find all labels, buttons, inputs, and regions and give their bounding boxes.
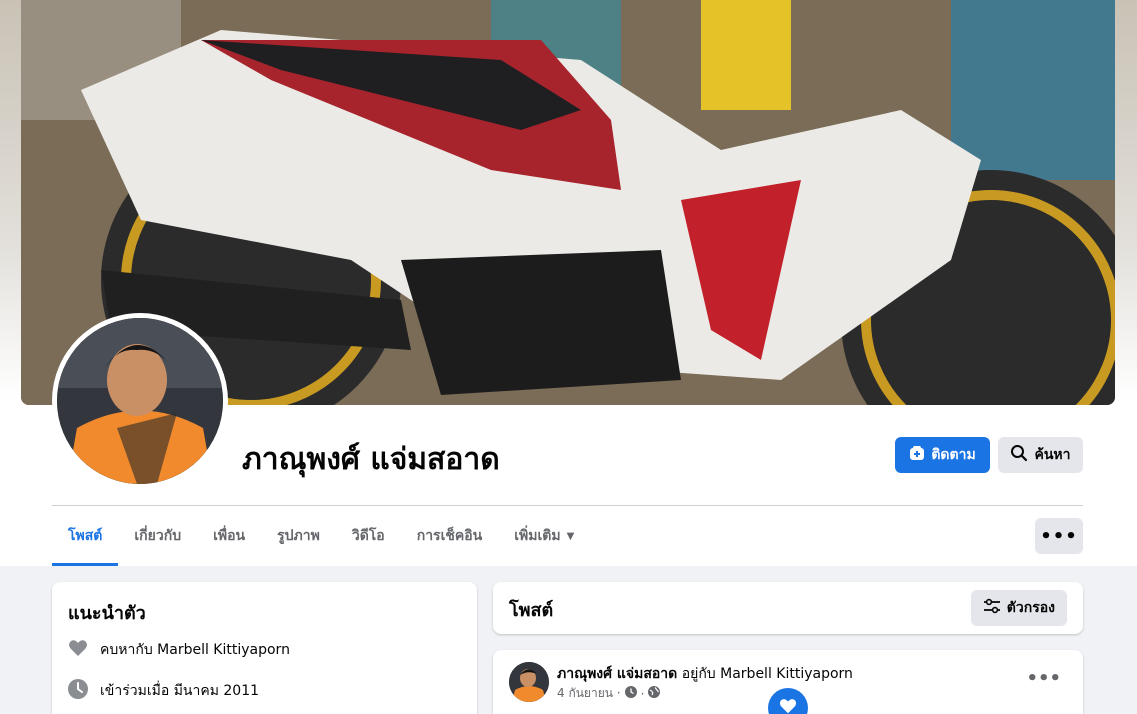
filter-label: ตัวกรอง — [1006, 600, 1055, 616]
clock-icon — [68, 679, 88, 703]
tab-videos[interactable]: วิดีโอ — [336, 506, 401, 566]
chevron-down-icon: ▼ — [566, 530, 575, 542]
tab-more[interactable]: เพิ่มเติม ▼ — [498, 506, 590, 566]
tab-about-label: เกี่ยวกับ — [134, 528, 182, 544]
more-options-button[interactable]: ••• — [1035, 518, 1083, 554]
filter-button[interactable]: ตัวกรอง — [970, 590, 1067, 626]
search-icon — [1010, 444, 1028, 466]
post-more-button[interactable]: ••• — [1026, 668, 1061, 689]
clock-small-icon — [624, 686, 637, 701]
tab-posts-label: โพสต์ — [68, 528, 103, 544]
intro-joined-text: เข้าร่วมเมื่อ มีนาคม 2011 — [100, 683, 260, 699]
globe-icon — [648, 686, 661, 701]
follow-button[interactable]: ติดตาม — [895, 437, 990, 473]
tab-videos-label: วิดีโอ — [351, 528, 385, 544]
avatar-illustration — [57, 318, 223, 484]
tab-more-label: เพิ่มเติม — [514, 528, 561, 544]
post-author-name[interactable]: ภาณุพงศ์ แจ่มสอาด — [557, 666, 677, 682]
tab-posts[interactable]: โพสต์ — [52, 506, 119, 566]
post-date[interactable]: 4 กันยายน · — [557, 684, 621, 703]
post-avatar-illustration — [509, 662, 549, 702]
intro-card: แนะนำตัว คบหากับ Marbell Kittiyaporn เข้… — [52, 582, 477, 714]
follow-label: ติดตาม — [931, 447, 976, 463]
heart-icon — [68, 638, 88, 662]
post-header: ภาณุพงศ์ แจ่มสอาด อยู่กับ Marbell Kittiy… — [557, 663, 853, 685]
tab-about[interactable]: เกี่ยวกับ — [118, 506, 197, 566]
filter-icon — [983, 598, 1001, 618]
post-author-avatar[interactable] — [509, 662, 549, 702]
profile-tabs: โพสต์ เกี่ยวกับ เพื่อน รูปภาพ วิดีโอ การ… — [52, 506, 590, 566]
search-button[interactable]: ค้นหา — [998, 437, 1083, 473]
profile-name: ภาณุพงศ์ แจ่มสอาด — [242, 442, 500, 477]
profile-avatar[interactable] — [57, 318, 223, 484]
tab-photos-label: รูปภาพ — [277, 528, 320, 544]
intro-relationship: คบหากับ Marbell Kittiyaporn — [68, 638, 290, 662]
dot-separator: · — [640, 686, 645, 701]
tab-friends[interactable]: เพื่อน — [197, 506, 261, 566]
post-meta: 4 กันยายน · · — [557, 684, 661, 703]
post-with-text[interactable]: อยู่กับ Marbell Kittiyaporn — [682, 666, 853, 682]
heart-icon — [779, 697, 797, 714]
posts-header-card: โพสต์ ตัวกรอง — [493, 582, 1083, 634]
tab-photos[interactable]: รูปภาพ — [261, 506, 336, 566]
tab-checkins-label: การเช็คอิน — [416, 528, 483, 544]
posts-title: โพสต์ — [509, 600, 554, 621]
search-label: ค้นหา — [1034, 447, 1071, 463]
tab-friends-label: เพื่อน — [213, 528, 246, 544]
tab-checkins[interactable]: การเช็คอิน — [401, 506, 499, 566]
intro-title: แนะนำตัว — [68, 603, 146, 624]
follow-icon — [909, 445, 925, 465]
intro-joined: เข้าร่วมเมื่อ มีนาคม 2011 — [68, 679, 259, 703]
intro-relationship-text: คบหากับ Marbell Kittiyaporn — [100, 642, 290, 658]
